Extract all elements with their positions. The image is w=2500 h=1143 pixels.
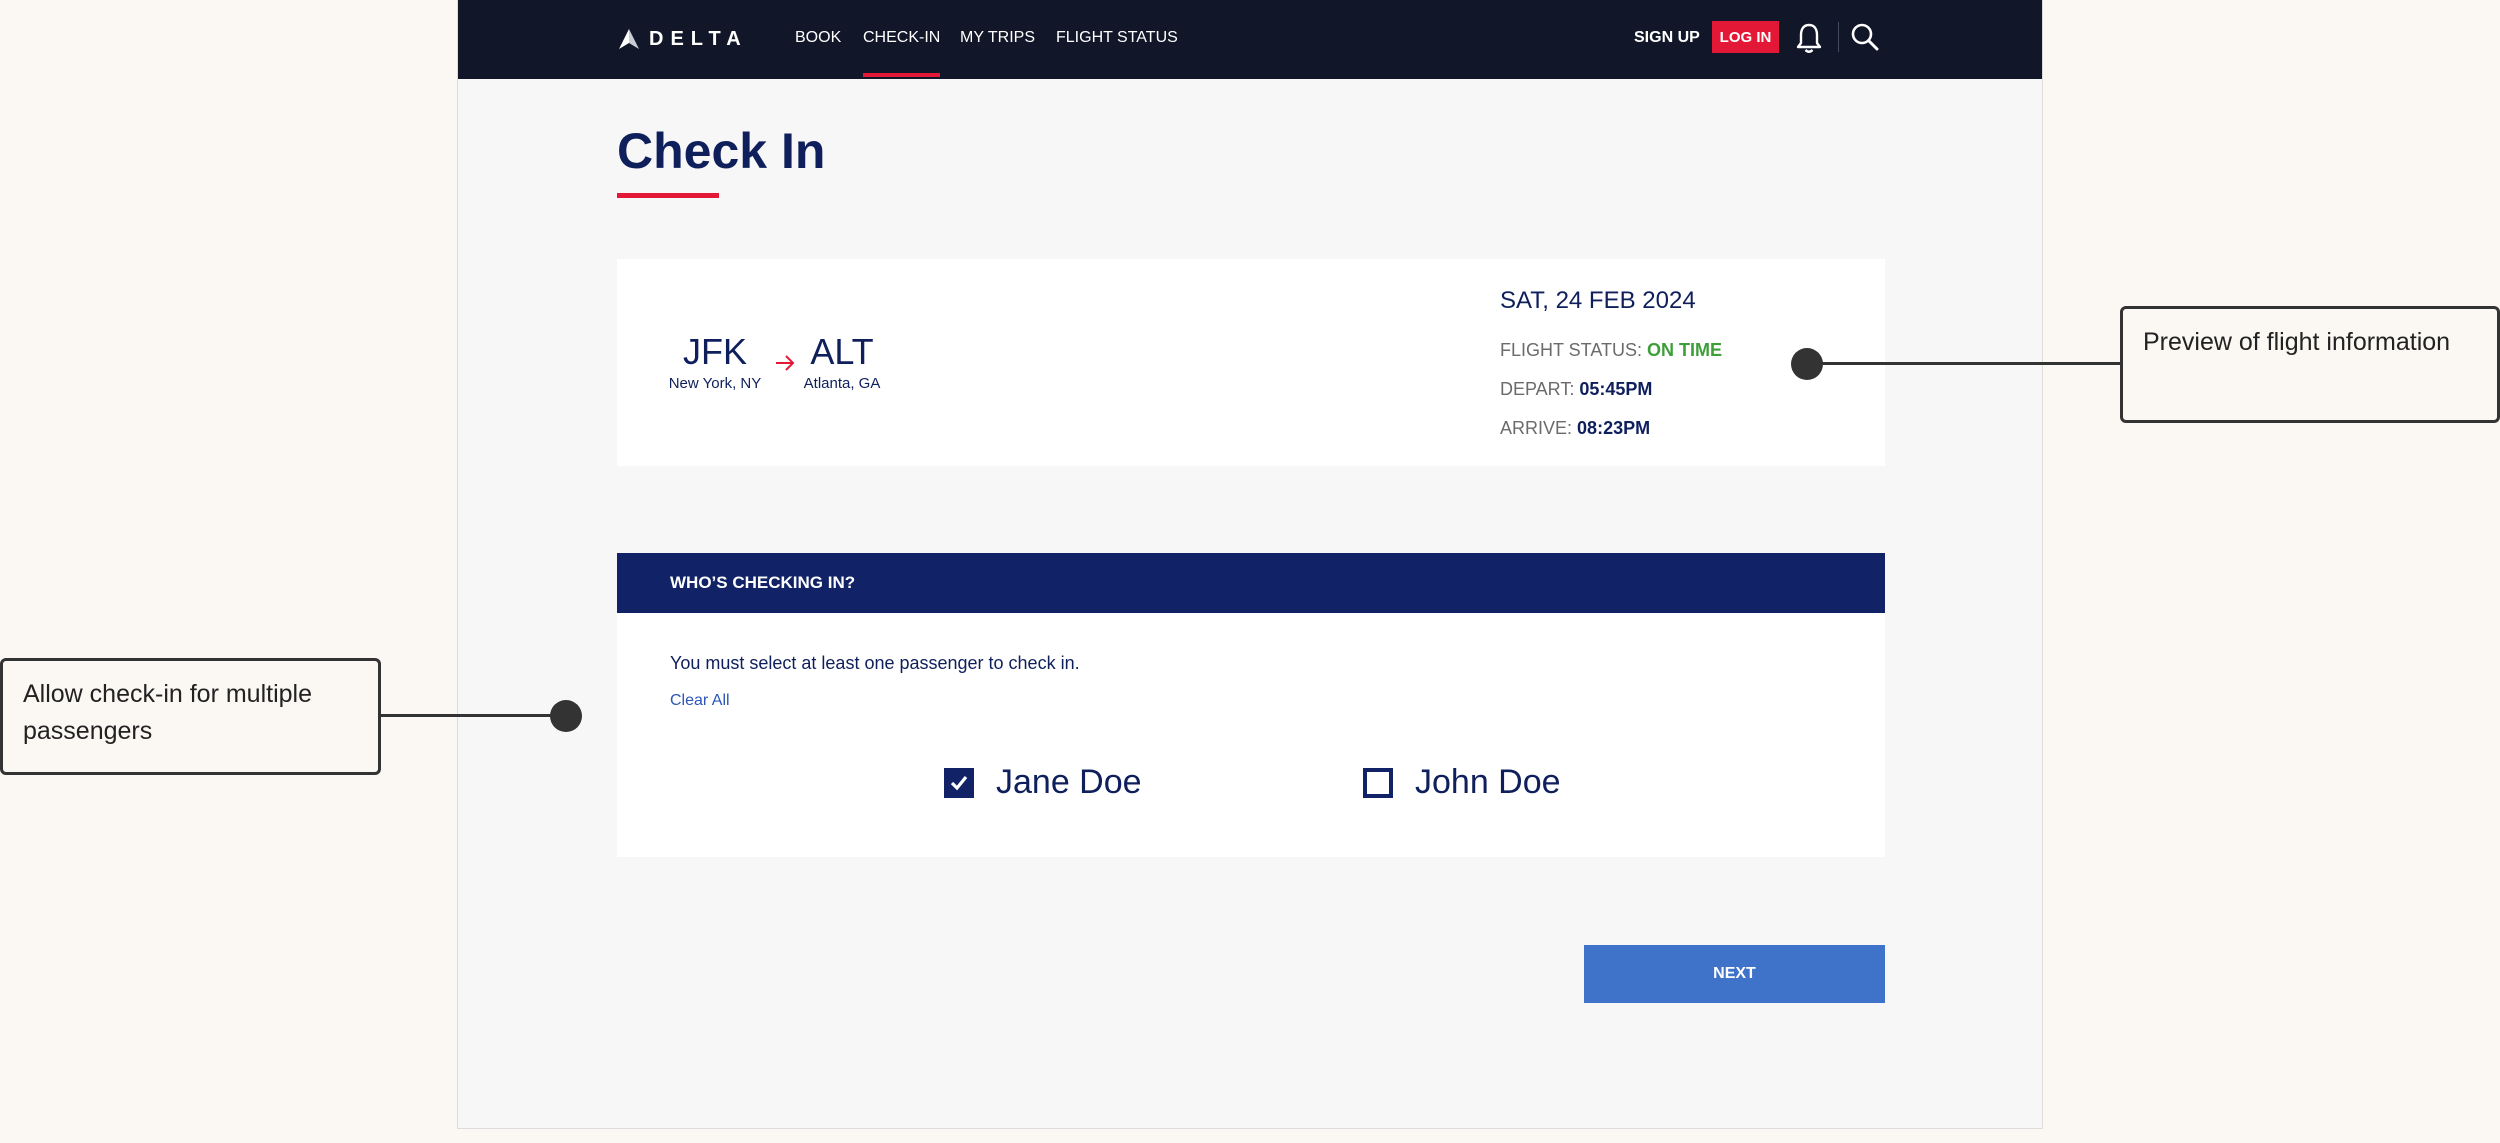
nav-link-book[interactable]: BOOK bbox=[795, 29, 841, 47]
checkbox-checked[interactable] bbox=[944, 767, 974, 798]
annotation-multi-passenger: Allow check-in for multiple passengers bbox=[0, 658, 381, 775]
passenger-section-header: WHO’S CHECKING IN? bbox=[617, 553, 1885, 613]
title-underline bbox=[617, 193, 719, 198]
arrive-time: 08:23PM bbox=[1577, 418, 1651, 438]
search-icon[interactable] bbox=[1850, 22, 1880, 52]
flight-status-row: FLIGHT STATUS: ON TIME bbox=[1500, 340, 1722, 361]
flight-info-card: JFK New York, NY ALT Atlanta, GA SAT, 24… bbox=[617, 259, 1885, 466]
annotation-connector-flight-preview bbox=[1807, 362, 2121, 365]
destination-code: ALT bbox=[810, 331, 874, 372]
passenger-name: John Doe bbox=[1415, 763, 1561, 801]
flight-status-label: FLIGHT STATUS: bbox=[1500, 340, 1643, 360]
flight-date: SAT, 24 FEB 2024 bbox=[1500, 287, 1696, 314]
destination-airport: ALT Atlanta, GA bbox=[802, 331, 882, 392]
app-frame: DELTA BOOK CHECK-IN MY TRIPS FLIGHT STAT… bbox=[457, 0, 2043, 1129]
depart-row: DEPART: 05:45PM bbox=[1500, 379, 1652, 400]
log-in-button[interactable]: LOG IN bbox=[1712, 21, 1779, 53]
arrive-label: ARRIVE: bbox=[1500, 418, 1573, 438]
passenger-section: You must select at least one passenger t… bbox=[617, 613, 1885, 857]
origin-code: JFK bbox=[682, 331, 747, 372]
passenger-name: Jane Doe bbox=[996, 763, 1142, 801]
passenger-option-john-doe[interactable]: John Doe bbox=[1363, 763, 1561, 802]
clear-all-link[interactable]: Clear All bbox=[670, 692, 730, 710]
passenger-instruction: You must select at least one passenger t… bbox=[670, 653, 1080, 673]
depart-time: 05:45PM bbox=[1579, 379, 1653, 399]
nav-link-check-in[interactable]: CHECK-IN bbox=[863, 29, 941, 77]
sign-up-link[interactable]: SIGN UP bbox=[1634, 29, 1700, 47]
arrive-row: ARRIVE: 08:23PM bbox=[1500, 418, 1650, 439]
nav-link-my-trips[interactable]: MY TRIPS bbox=[960, 29, 1035, 47]
destination-city: Atlanta, GA bbox=[803, 375, 881, 392]
origin-city: New York, NY bbox=[668, 375, 762, 392]
annotation-flight-preview: Preview of flight information bbox=[2120, 306, 2500, 423]
annotation-connector-multi-passenger bbox=[380, 714, 566, 717]
next-button[interactable]: NEXT bbox=[1584, 945, 1885, 1003]
annotation-dot-multi-passenger bbox=[550, 700, 582, 732]
checkbox-unchecked[interactable] bbox=[1363, 767, 1393, 798]
top-navbar: DELTA BOOK CHECK-IN MY TRIPS FLIGHT STAT… bbox=[458, 0, 2042, 79]
arrow-right-icon bbox=[776, 355, 795, 371]
nav-divider bbox=[1838, 22, 1839, 52]
origin-airport: JFK New York, NY bbox=[667, 331, 763, 392]
notification-bell-icon[interactable] bbox=[1795, 22, 1823, 54]
delta-logo[interactable]: DELTA bbox=[617, 27, 748, 51]
flight-status-value: ON TIME bbox=[1647, 340, 1723, 360]
checkmark-icon bbox=[950, 775, 968, 790]
depart-label: DEPART: bbox=[1500, 379, 1575, 399]
passenger-option-jane-doe[interactable]: Jane Doe bbox=[944, 763, 1142, 802]
logo-wordmark: DELTA bbox=[649, 27, 748, 50]
page-title: Check In bbox=[617, 123, 826, 179]
nav-link-flight-status[interactable]: FLIGHT STATUS bbox=[1056, 29, 1178, 47]
delta-widget-icon bbox=[619, 29, 639, 49]
